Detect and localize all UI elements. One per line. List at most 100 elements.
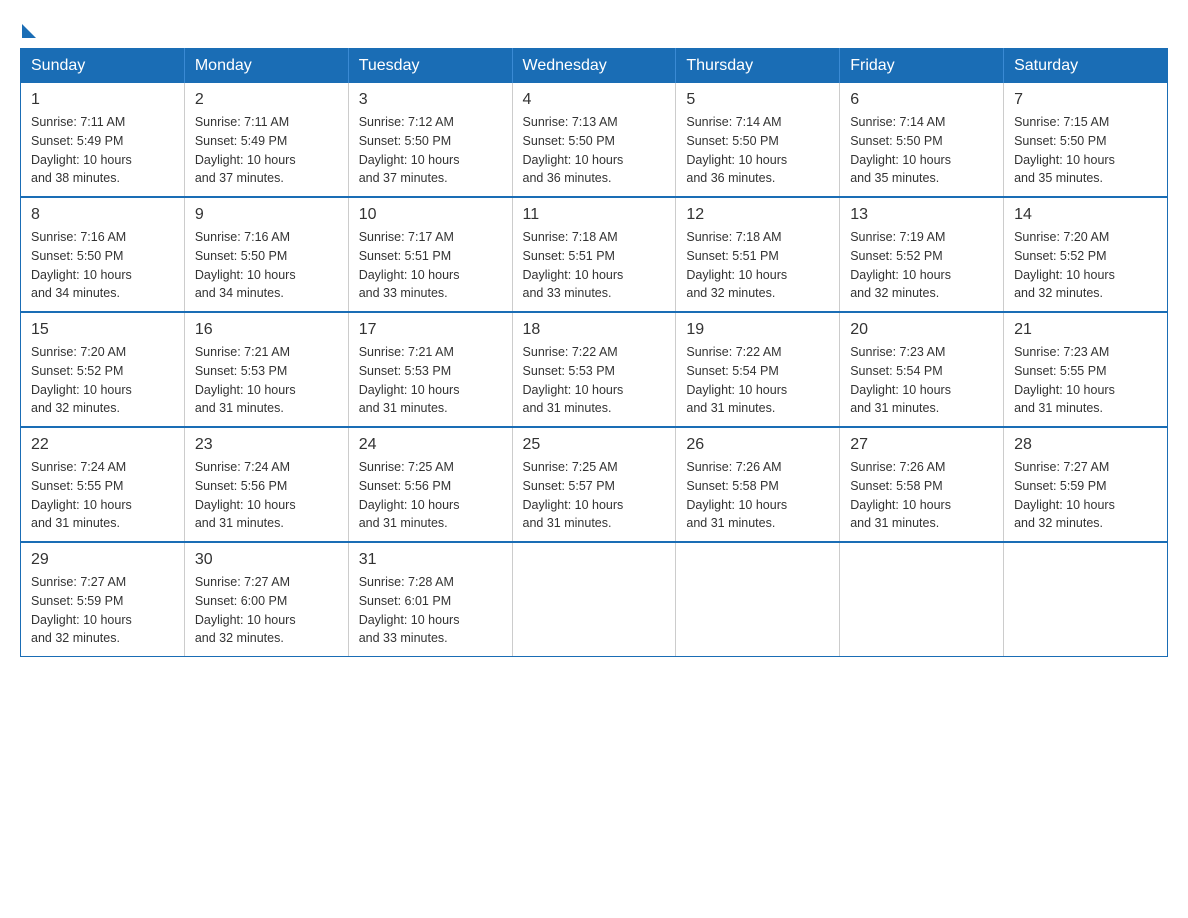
- day-info: Sunrise: 7:24 AMSunset: 5:56 PMDaylight:…: [195, 458, 338, 533]
- calendar-cell: [1004, 542, 1168, 657]
- day-number: 18: [523, 321, 666, 339]
- calendar-cell: 4 Sunrise: 7:13 AMSunset: 5:50 PMDayligh…: [512, 83, 676, 197]
- weekday-header-monday: Monday: [184, 49, 348, 84]
- calendar-cell: 21 Sunrise: 7:23 AMSunset: 5:55 PMDaylig…: [1004, 312, 1168, 427]
- day-number: 2: [195, 91, 338, 109]
- day-info: Sunrise: 7:20 AMSunset: 5:52 PMDaylight:…: [31, 343, 174, 418]
- day-number: 30: [195, 551, 338, 569]
- day-number: 23: [195, 436, 338, 454]
- week-row-5: 29 Sunrise: 7:27 AMSunset: 5:59 PMDaylig…: [21, 542, 1168, 657]
- day-info: Sunrise: 7:13 AMSunset: 5:50 PMDaylight:…: [523, 113, 666, 188]
- calendar-cell: 25 Sunrise: 7:25 AMSunset: 5:57 PMDaylig…: [512, 427, 676, 542]
- day-number: 8: [31, 206, 174, 224]
- calendar-cell: 20 Sunrise: 7:23 AMSunset: 5:54 PMDaylig…: [840, 312, 1004, 427]
- day-number: 24: [359, 436, 502, 454]
- day-number: 29: [31, 551, 174, 569]
- calendar-cell: 2 Sunrise: 7:11 AMSunset: 5:49 PMDayligh…: [184, 83, 348, 197]
- calendar-cell: 10 Sunrise: 7:17 AMSunset: 5:51 PMDaylig…: [348, 197, 512, 312]
- calendar-cell: 11 Sunrise: 7:18 AMSunset: 5:51 PMDaylig…: [512, 197, 676, 312]
- day-info: Sunrise: 7:11 AMSunset: 5:49 PMDaylight:…: [195, 113, 338, 188]
- week-row-2: 8 Sunrise: 7:16 AMSunset: 5:50 PMDayligh…: [21, 197, 1168, 312]
- calendar-cell: [840, 542, 1004, 657]
- logo-triangle-icon: [22, 24, 36, 38]
- calendar-cell: 31 Sunrise: 7:28 AMSunset: 6:01 PMDaylig…: [348, 542, 512, 657]
- calendar-cell: 17 Sunrise: 7:21 AMSunset: 5:53 PMDaylig…: [348, 312, 512, 427]
- calendar-cell: 12 Sunrise: 7:18 AMSunset: 5:51 PMDaylig…: [676, 197, 840, 312]
- day-number: 20: [850, 321, 993, 339]
- day-info: Sunrise: 7:14 AMSunset: 5:50 PMDaylight:…: [686, 113, 829, 188]
- calendar-cell: 3 Sunrise: 7:12 AMSunset: 5:50 PMDayligh…: [348, 83, 512, 197]
- day-number: 10: [359, 206, 502, 224]
- calendar-cell: 13 Sunrise: 7:19 AMSunset: 5:52 PMDaylig…: [840, 197, 1004, 312]
- day-info: Sunrise: 7:22 AMSunset: 5:54 PMDaylight:…: [686, 343, 829, 418]
- day-info: Sunrise: 7:21 AMSunset: 5:53 PMDaylight:…: [359, 343, 502, 418]
- calendar-cell: 16 Sunrise: 7:21 AMSunset: 5:53 PMDaylig…: [184, 312, 348, 427]
- calendar-cell: [512, 542, 676, 657]
- day-number: 19: [686, 321, 829, 339]
- calendar-cell: 29 Sunrise: 7:27 AMSunset: 5:59 PMDaylig…: [21, 542, 185, 657]
- day-info: Sunrise: 7:26 AMSunset: 5:58 PMDaylight:…: [850, 458, 993, 533]
- day-number: 27: [850, 436, 993, 454]
- calendar-cell: 7 Sunrise: 7:15 AMSunset: 5:50 PMDayligh…: [1004, 83, 1168, 197]
- day-number: 4: [523, 91, 666, 109]
- week-row-3: 15 Sunrise: 7:20 AMSunset: 5:52 PMDaylig…: [21, 312, 1168, 427]
- day-info: Sunrise: 7:12 AMSunset: 5:50 PMDaylight:…: [359, 113, 502, 188]
- day-number: 28: [1014, 436, 1157, 454]
- day-info: Sunrise: 7:11 AMSunset: 5:49 PMDaylight:…: [31, 113, 174, 188]
- calendar-cell: 24 Sunrise: 7:25 AMSunset: 5:56 PMDaylig…: [348, 427, 512, 542]
- day-number: 12: [686, 206, 829, 224]
- calendar-cell: 22 Sunrise: 7:24 AMSunset: 5:55 PMDaylig…: [21, 427, 185, 542]
- page-header: [20, 20, 1168, 38]
- day-number: 21: [1014, 321, 1157, 339]
- day-number: 22: [31, 436, 174, 454]
- day-info: Sunrise: 7:16 AMSunset: 5:50 PMDaylight:…: [31, 228, 174, 303]
- day-info: Sunrise: 7:27 AMSunset: 5:59 PMDaylight:…: [1014, 458, 1157, 533]
- day-info: Sunrise: 7:20 AMSunset: 5:52 PMDaylight:…: [1014, 228, 1157, 303]
- day-number: 1: [31, 91, 174, 109]
- day-info: Sunrise: 7:17 AMSunset: 5:51 PMDaylight:…: [359, 228, 502, 303]
- day-info: Sunrise: 7:14 AMSunset: 5:50 PMDaylight:…: [850, 113, 993, 188]
- weekday-header-friday: Friday: [840, 49, 1004, 84]
- day-number: 31: [359, 551, 502, 569]
- day-info: Sunrise: 7:27 AMSunset: 6:00 PMDaylight:…: [195, 573, 338, 648]
- day-info: Sunrise: 7:15 AMSunset: 5:50 PMDaylight:…: [1014, 113, 1157, 188]
- day-number: 14: [1014, 206, 1157, 224]
- week-row-4: 22 Sunrise: 7:24 AMSunset: 5:55 PMDaylig…: [21, 427, 1168, 542]
- day-number: 25: [523, 436, 666, 454]
- calendar-cell: 18 Sunrise: 7:22 AMSunset: 5:53 PMDaylig…: [512, 312, 676, 427]
- calendar-cell: 28 Sunrise: 7:27 AMSunset: 5:59 PMDaylig…: [1004, 427, 1168, 542]
- day-info: Sunrise: 7:18 AMSunset: 5:51 PMDaylight:…: [523, 228, 666, 303]
- day-info: Sunrise: 7:28 AMSunset: 6:01 PMDaylight:…: [359, 573, 502, 648]
- calendar-cell: [676, 542, 840, 657]
- day-info: Sunrise: 7:27 AMSunset: 5:59 PMDaylight:…: [31, 573, 174, 648]
- calendar-cell: 26 Sunrise: 7:26 AMSunset: 5:58 PMDaylig…: [676, 427, 840, 542]
- day-number: 5: [686, 91, 829, 109]
- weekday-header-wednesday: Wednesday: [512, 49, 676, 84]
- day-info: Sunrise: 7:22 AMSunset: 5:53 PMDaylight:…: [523, 343, 666, 418]
- day-number: 9: [195, 206, 338, 224]
- calendar-cell: 8 Sunrise: 7:16 AMSunset: 5:50 PMDayligh…: [21, 197, 185, 312]
- day-info: Sunrise: 7:16 AMSunset: 5:50 PMDaylight:…: [195, 228, 338, 303]
- day-info: Sunrise: 7:23 AMSunset: 5:55 PMDaylight:…: [1014, 343, 1157, 418]
- day-info: Sunrise: 7:25 AMSunset: 5:57 PMDaylight:…: [523, 458, 666, 533]
- day-info: Sunrise: 7:21 AMSunset: 5:53 PMDaylight:…: [195, 343, 338, 418]
- day-number: 17: [359, 321, 502, 339]
- day-info: Sunrise: 7:24 AMSunset: 5:55 PMDaylight:…: [31, 458, 174, 533]
- week-row-1: 1 Sunrise: 7:11 AMSunset: 5:49 PMDayligh…: [21, 83, 1168, 197]
- weekday-header-thursday: Thursday: [676, 49, 840, 84]
- weekday-header-row: SundayMondayTuesdayWednesdayThursdayFrid…: [21, 49, 1168, 84]
- calendar-cell: 5 Sunrise: 7:14 AMSunset: 5:50 PMDayligh…: [676, 83, 840, 197]
- logo: [20, 20, 36, 38]
- weekday-header-sunday: Sunday: [21, 49, 185, 84]
- calendar-cell: 9 Sunrise: 7:16 AMSunset: 5:50 PMDayligh…: [184, 197, 348, 312]
- day-info: Sunrise: 7:18 AMSunset: 5:51 PMDaylight:…: [686, 228, 829, 303]
- calendar-cell: 1 Sunrise: 7:11 AMSunset: 5:49 PMDayligh…: [21, 83, 185, 197]
- calendar-cell: 19 Sunrise: 7:22 AMSunset: 5:54 PMDaylig…: [676, 312, 840, 427]
- day-info: Sunrise: 7:19 AMSunset: 5:52 PMDaylight:…: [850, 228, 993, 303]
- calendar-table: SundayMondayTuesdayWednesdayThursdayFrid…: [20, 48, 1168, 657]
- day-number: 15: [31, 321, 174, 339]
- calendar-cell: 27 Sunrise: 7:26 AMSunset: 5:58 PMDaylig…: [840, 427, 1004, 542]
- calendar-cell: 15 Sunrise: 7:20 AMSunset: 5:52 PMDaylig…: [21, 312, 185, 427]
- calendar-cell: 30 Sunrise: 7:27 AMSunset: 6:00 PMDaylig…: [184, 542, 348, 657]
- calendar-cell: 6 Sunrise: 7:14 AMSunset: 5:50 PMDayligh…: [840, 83, 1004, 197]
